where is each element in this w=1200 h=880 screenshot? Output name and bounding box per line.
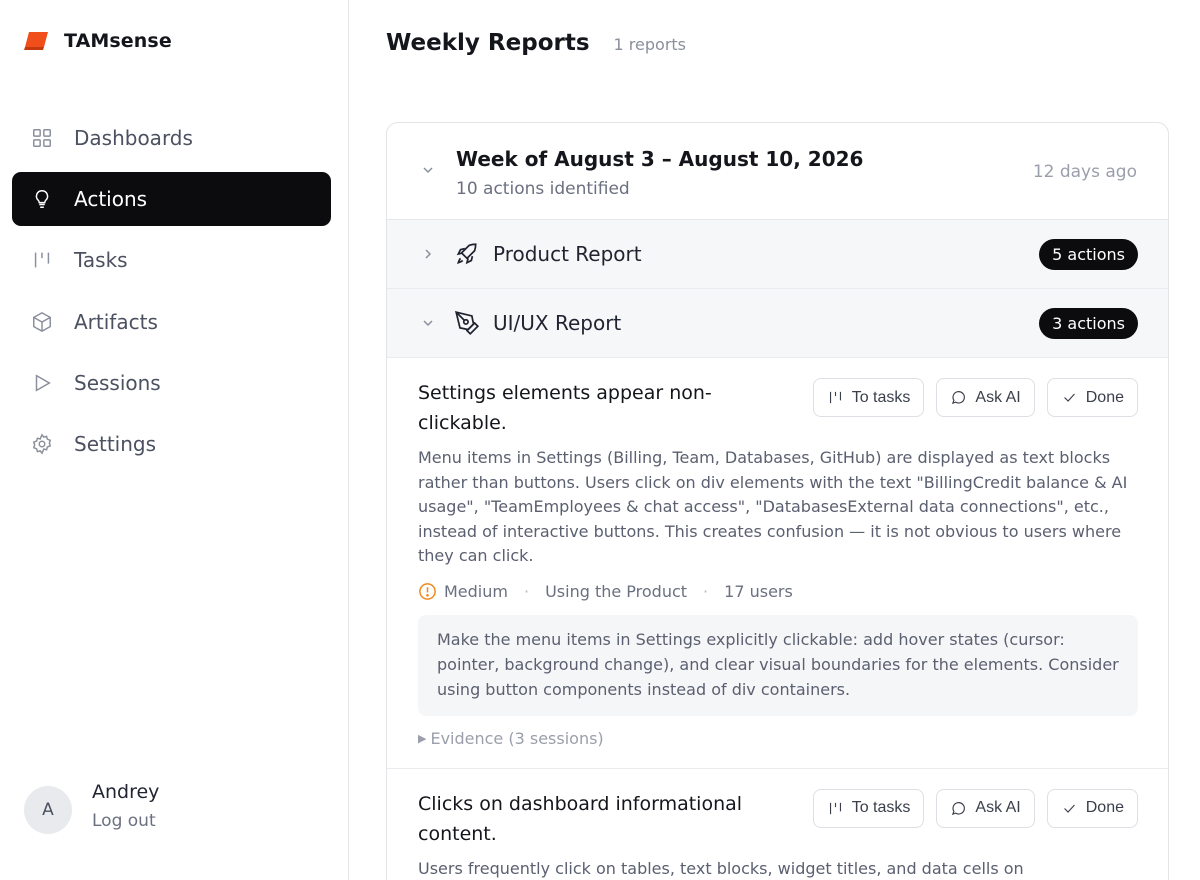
page-title: Weekly Reports	[386, 30, 590, 56]
brand-logo-icon	[24, 32, 48, 50]
action-title: Clicks on dashboard informational conten…	[418, 792, 743, 845]
brand-name: TAMsense	[64, 30, 172, 52]
check-icon	[1063, 804, 1075, 813]
week-time-ago: 12 days ago	[1032, 162, 1137, 182]
action-description: Menu items in Settings (Billing, Team, D…	[418, 448, 1128, 565]
to-tasks-label: To tasks	[851, 799, 911, 816]
chat-bubble-icon	[952, 801, 966, 815]
chevron-right-icon[interactable]	[421, 247, 435, 261]
sidebar-item-label: Artifacts	[74, 309, 158, 334]
category-label: Using the Product	[545, 581, 688, 601]
grid-icon	[30, 126, 54, 150]
chat-bubble-icon	[952, 391, 966, 405]
done-label: Done	[1085, 388, 1124, 406]
done-label: Done	[1085, 799, 1124, 816]
chevron-down-icon[interactable]	[421, 316, 435, 330]
play-icon	[30, 371, 54, 395]
logout-link[interactable]: Log out	[92, 811, 159, 831]
rocket-icon	[456, 243, 477, 265]
lightbulb-icon	[30, 187, 54, 211]
alert-circle-icon	[419, 582, 436, 600]
check-icon	[1063, 393, 1075, 402]
sidebar: TAMsense Dashboards Actions Tasks Artifa…	[0, 0, 349, 880]
ask-ai-label: Ask AI	[975, 799, 1021, 816]
recommendation-box: Make the menu items in Settings explicit…	[418, 614, 1138, 716]
action-buttons: To tasks Ask AI Done	[812, 788, 1138, 828]
sidebar-item-label: Dashboards	[74, 126, 193, 150]
evidence-toggle[interactable]: ▶ Evidence (3 sessions)	[418, 729, 1138, 768]
week-title: Week of August 3 – August 10, 2026	[456, 147, 864, 171]
chevron-down-icon[interactable]	[421, 163, 435, 177]
main-content: Weekly Reports 1 reports Week of August …	[349, 0, 1200, 880]
sidebar-item-label: Sessions	[74, 370, 161, 395]
sidebar-item-settings[interactable]: Settings	[12, 417, 331, 471]
ask-ai-button[interactable]: Ask AI	[936, 788, 1035, 828]
user-profile: A Andrey Log out	[24, 781, 159, 834]
user-name: Andrey	[92, 781, 160, 803]
to-tasks-button[interactable]: To tasks	[812, 378, 925, 417]
sidebar-item-label: Settings	[74, 431, 157, 456]
weekly-report-card: Week of August 3 – August 10, 2026 10 ac…	[386, 122, 1169, 880]
meta-separator: ·	[523, 581, 530, 601]
pen-tool-icon	[454, 310, 480, 336]
week-header[interactable]: Week of August 3 – August 10, 2026 10 ac…	[387, 123, 1168, 220]
meta-separator: ·	[703, 581, 709, 601]
cube-icon	[30, 310, 54, 334]
gear-icon	[30, 432, 54, 456]
severity-label: Medium	[444, 581, 508, 601]
report-row-uiux[interactable]: UI/UX Report 3 actions	[387, 289, 1168, 358]
sidebar-item-dashboards[interactable]: Dashboards	[12, 111, 331, 165]
action-title: Settings elements appear non-clickable.	[418, 382, 712, 434]
sidebar-item-actions[interactable]: Actions	[12, 172, 331, 227]
action-meta: Medium · Using the Product · 17 users	[418, 582, 1138, 601]
kanban-icon	[30, 248, 54, 272]
report-count: 1 reports	[613, 35, 686, 54]
to-tasks-button[interactable]: To tasks	[812, 788, 925, 828]
sidebar-item-sessions[interactable]: Sessions	[12, 356, 331, 410]
actions-count-badge: 5 actions	[1039, 238, 1138, 270]
users-count: 17 users	[724, 581, 793, 601]
avatar[interactable]: A	[24, 786, 72, 834]
sidebar-item-label: Tasks	[74, 248, 128, 273]
action-buttons: To tasks Ask AI Done	[812, 378, 1138, 417]
week-subtitle: 10 actions identified	[456, 179, 630, 199]
report-name: UI/UX Report	[493, 311, 622, 335]
done-button[interactable]: Done	[1046, 788, 1138, 828]
evidence-label: Evidence (3 sessions)	[430, 728, 604, 748]
page-header: Weekly Reports 1 reports	[386, 30, 686, 56]
report-name: Product Report	[493, 242, 642, 266]
action-item: To tasks Ask AI Done Settings elements a…	[387, 358, 1168, 768]
report-row-product[interactable]: Product Report 5 actions	[387, 220, 1168, 289]
done-button[interactable]: Done	[1046, 378, 1138, 417]
user-info: Andrey Log out	[92, 781, 159, 831]
ask-ai-button[interactable]: Ask AI	[936, 378, 1035, 417]
sidebar-nav: Dashboards Actions Tasks Artifacts Sessi…	[12, 111, 331, 478]
triangle-right-icon: ▶	[418, 731, 427, 745]
ask-ai-label: Ask AI	[975, 388, 1021, 406]
action-item: To tasks Ask AI Done Clicks on dashboard…	[387, 767, 1168, 880]
action-description: Users frequently click on tables, text b…	[418, 858, 1024, 878]
sidebar-item-label: Actions	[74, 187, 148, 212]
kanban-icon	[829, 391, 841, 404]
actions-count-badge: 3 actions	[1039, 307, 1138, 339]
kanban-icon	[829, 802, 841, 814]
sidebar-item-tasks[interactable]: Tasks	[12, 233, 331, 287]
sidebar-item-artifacts[interactable]: Artifacts	[12, 295, 331, 349]
to-tasks-label: To tasks	[851, 388, 911, 406]
brand[interactable]: TAMsense	[24, 30, 172, 52]
